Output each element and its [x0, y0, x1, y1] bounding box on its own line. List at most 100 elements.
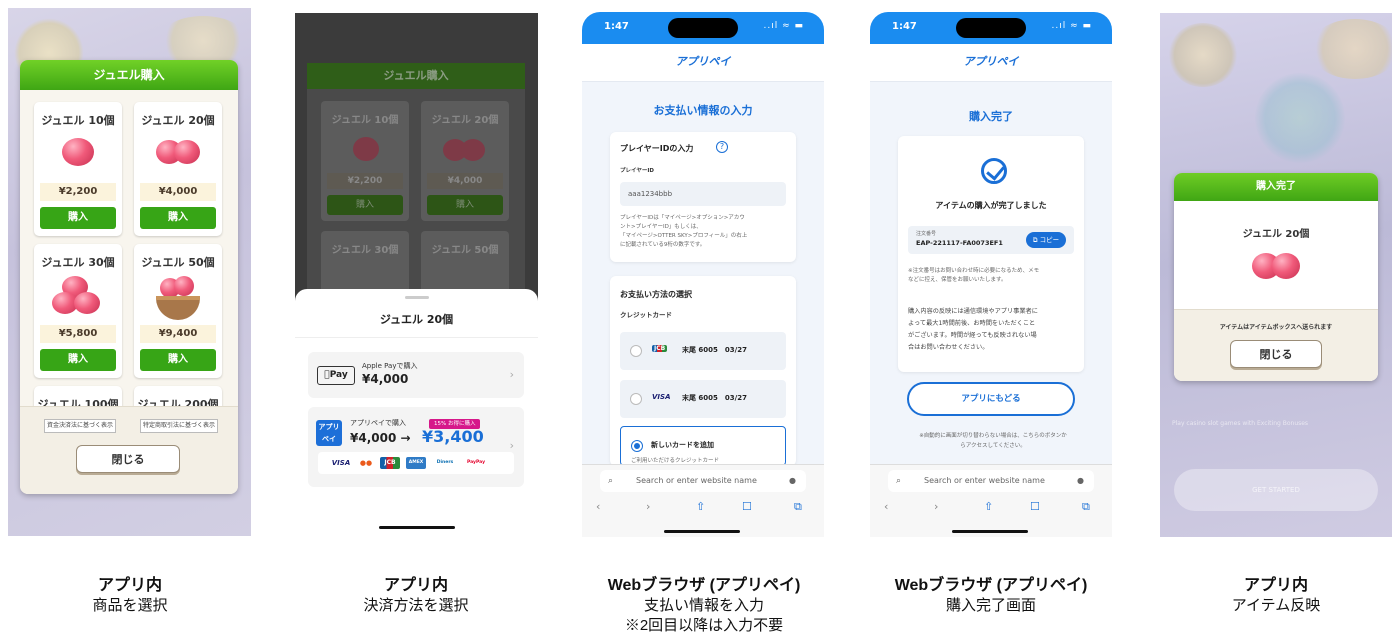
product-card[interactable]: ジュエル 50個 ¥9,400 購入: [134, 244, 222, 378]
caption-note: ※2回目以降は入力不要: [624, 617, 784, 634]
url-field[interactable]: ⌕ Search or enter website name ●: [888, 470, 1094, 492]
add-new-card[interactable]: 新しいカードを追加 ご利用いただけるクレジットカード: [620, 426, 786, 466]
search-icon: ⌕: [896, 476, 902, 486]
apple-pay-option[interactable]: Pay Apple Payで購入 ¥4,000 ›: [308, 352, 524, 398]
info-text: がございます。時間が経っても反映されない場: [908, 332, 1037, 339]
diners-icon: Diners: [436, 460, 454, 465]
dimmed-buy: 購入: [427, 195, 503, 215]
auto-redirect-note: ※自動的に画面が切り替わらない場合は、こちらのボタンか: [919, 433, 1067, 439]
section-heading: プレイヤーIDの入力: [620, 144, 694, 153]
order-number-box: 注文番号 EAP-221117-FA0073EF1 ⧉ コピー: [908, 226, 1074, 254]
buy-button[interactable]: 購入: [40, 349, 116, 371]
tabs-icon[interactable]: ⧉: [794, 500, 802, 514]
amex-icon: AMEX: [406, 457, 426, 469]
page-title: 購入完了: [969, 110, 1013, 123]
home-indicator: [664, 530, 740, 533]
dimmed-shop: ジュエル購入 ジュエル 10個 ¥2,200 購入 ジュエル 20個 ¥4,00…: [307, 63, 525, 351]
sheet-title: ジュエル 20個: [379, 313, 454, 326]
buy-button[interactable]: 購入: [140, 349, 216, 371]
radio-button-selected[interactable]: [631, 440, 643, 452]
share-icon[interactable]: ⇧: [696, 500, 705, 513]
commerce-law-link[interactable]: 特定商取引法に基づく表示: [140, 419, 218, 433]
site-logo: アプリペイ: [963, 55, 1019, 68]
caption-text: 支払い情報を入力: [643, 597, 764, 614]
order-note: ※注文番号はお問い合わせ時に必要になるため、メモ: [908, 268, 1040, 274]
product-price: ¥5,800: [40, 325, 116, 343]
product-card[interactable]: ジュエル 20個 ¥4,000 購入: [134, 102, 222, 236]
player-id-section: プレイヤーIDの入力 ? プレイヤーID aaa1234bbb プレイヤーIDは…: [610, 132, 796, 262]
apppay-logo: アプリ ペイ: [316, 420, 342, 446]
mic-icon[interactable]: ●: [789, 470, 796, 492]
signal-icon: ..ıl ≈ ▬: [763, 21, 804, 31]
dimmed-buy: 購入: [327, 195, 403, 215]
apppay-option[interactable]: アプリ ペイ アプリペイで購入 15% お得に購入 ¥4,000 → ¥3,40…: [308, 407, 524, 487]
purchase-complete-card: アイテムの購入が完了しました 注文番号 EAP-221117-FA0073EF1…: [898, 136, 1084, 372]
help-text: プレイヤーIDは「マイページ>オプション>アカウ: [620, 215, 745, 221]
help-icon[interactable]: ?: [716, 141, 728, 153]
dynamic-island: [956, 18, 1026, 38]
forward-icon[interactable]: ›: [646, 500, 650, 513]
saved-card-visa[interactable]: VISA 末尾 6005 03/27: [620, 380, 786, 418]
product-card[interactable]: ジュエル 10個 ¥2,200 購入: [34, 102, 122, 236]
payment-method-sheet: ジュエル 20個 Pay Apple Payで購入 ¥4,000 › アプリ …: [295, 289, 538, 537]
product-price: ¥2,200: [40, 183, 116, 201]
caption: アプリ内 商品を選択: [30, 575, 230, 616]
back-to-app-button[interactable]: アプリにもどる: [907, 382, 1075, 416]
back-icon[interactable]: ‹: [596, 500, 600, 513]
close-button[interactable]: 閉じる: [76, 445, 180, 473]
caption-heading: アプリ内: [383, 577, 448, 594]
tabs-icon[interactable]: ⧉: [1082, 500, 1090, 514]
dimmed-card: ジュエル 20個 ¥4,000 購入: [421, 101, 509, 221]
get-started-button[interactable]: GET STARTED: [1174, 469, 1378, 511]
gem-icon: [74, 292, 100, 314]
url-placeholder: Search or enter website name: [924, 476, 1045, 485]
field-label: プレイヤーID: [620, 168, 654, 174]
player-id-input[interactable]: aaa1234bbb: [620, 182, 786, 206]
radio-button[interactable]: [630, 345, 642, 357]
close-button[interactable]: 閉じる: [1230, 340, 1322, 368]
back-icon[interactable]: ‹: [884, 500, 888, 513]
info-text: 購入内容の反映には通信環境やアプリ事業者に: [908, 308, 1038, 315]
product-name: ジュエル 10個: [41, 114, 115, 127]
chevron-right-icon: ›: [509, 368, 514, 381]
buy-button[interactable]: 購入: [140, 207, 216, 229]
saved-card-jcb[interactable]: JCB 末尾 6005 03/27: [620, 332, 786, 370]
copy-button[interactable]: ⧉ コピー: [1026, 232, 1066, 248]
forward-icon[interactable]: ›: [934, 500, 938, 513]
jewel-shop-dialog: ジュエル購入 ジュエル 10個 ¥2,200 購入 ジュエル 20個 ¥4,00…: [20, 60, 238, 494]
sheet-grabber[interactable]: [405, 296, 429, 299]
product-name: ジュエル 50個: [141, 256, 215, 269]
radio-button[interactable]: [630, 393, 642, 405]
mastercard-icon: ●●: [359, 459, 373, 467]
product-card[interactable]: ジュエル 30個 ¥5,800 購入: [34, 244, 122, 378]
dialog-title: 購入完了: [1174, 173, 1378, 201]
add-card-label: 新しいカードを追加: [651, 441, 714, 449]
page-title: お支払い情報の入力: [653, 104, 753, 117]
payment-info-browser: 1:47 ..ıl ≈ ▬ アプリペイ お支払い情報の入力 プレイヤーIDの入力…: [582, 12, 824, 537]
dynamic-island: [668, 18, 738, 38]
bookmarks-icon[interactable]: ☐: [1030, 500, 1040, 513]
gem-icon: [174, 276, 194, 296]
apple-pay-label: Apple Payで購入: [362, 362, 418, 370]
bookmarks-icon[interactable]: ☐: [742, 500, 752, 513]
gem-icon: [174, 140, 200, 164]
share-icon[interactable]: ⇧: [984, 500, 993, 513]
signal-icon: ..ıl ≈ ▬: [1051, 21, 1092, 31]
dimmed-title: ジュエル購入: [307, 63, 525, 89]
url-placeholder: Search or enter website name: [636, 476, 757, 485]
help-text: に記載されている9桁の数字です。: [620, 242, 706, 248]
buy-button[interactable]: 購入: [40, 207, 116, 229]
item-name: ジュエル 20個: [1242, 229, 1310, 240]
product-price: ¥9,400: [140, 325, 216, 343]
product-name: ジュエル 20個: [141, 114, 215, 127]
caption-heading: Webブラウザ (アプリペイ): [894, 577, 1088, 594]
site-header: アプリペイ: [870, 44, 1112, 82]
dialog-footer: アイテムはアイテムボックスへ送られます 閉じる: [1174, 309, 1378, 381]
url-field[interactable]: ⌕ Search or enter website name ●: [600, 470, 806, 492]
payment-law-link[interactable]: 資金決済法に基づく表示: [44, 419, 116, 433]
caption-text: 購入完了画面: [945, 597, 1036, 614]
mic-icon[interactable]: ●: [1077, 470, 1084, 492]
dialog-footer: 資金決済法に基づく表示 特定商取引法に基づく表示 閉じる: [20, 406, 238, 494]
order-number: EAP-221117-FA0073EF1: [916, 239, 1003, 247]
credit-card-label: クレジットカード: [620, 311, 672, 319]
